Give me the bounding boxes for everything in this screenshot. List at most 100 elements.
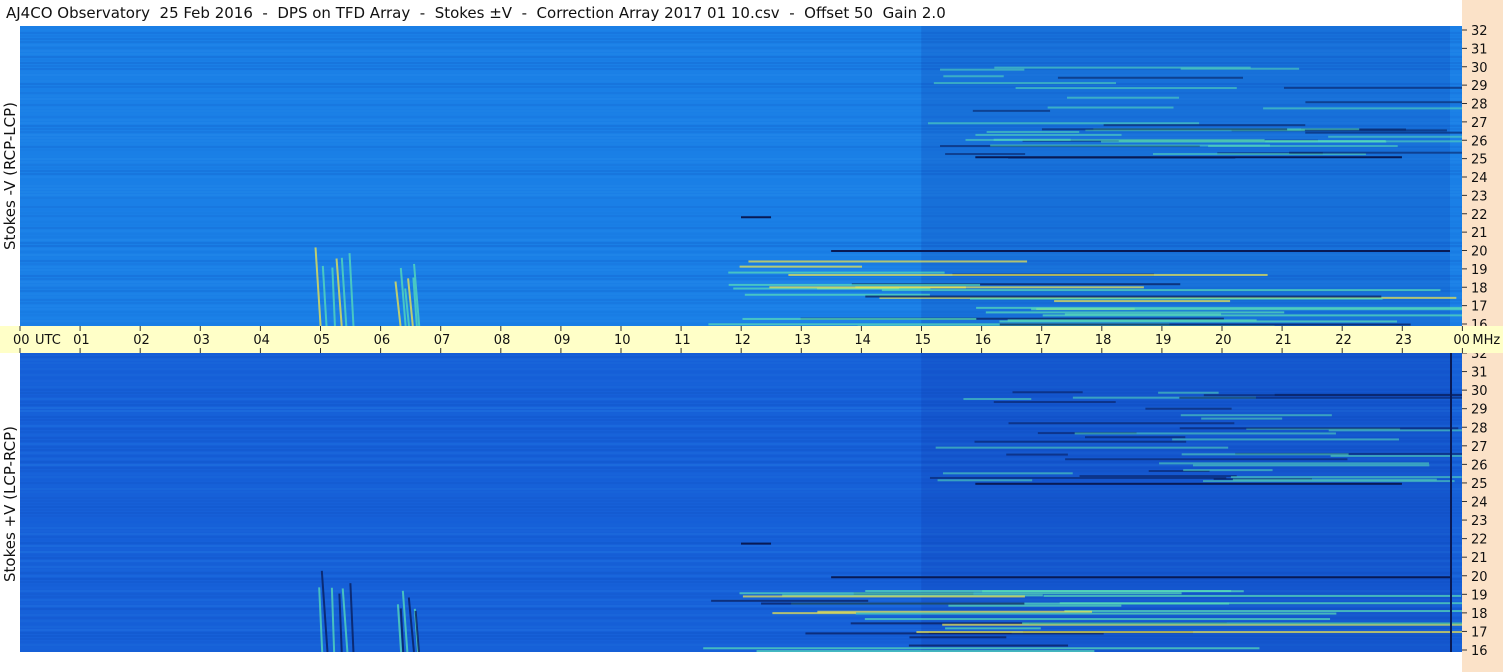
- storm-streak: [1263, 107, 1462, 110]
- freq-tick-label: 26: [1471, 458, 1488, 473]
- interference-streak: [756, 650, 1095, 652]
- interference-streak: [976, 306, 1462, 309]
- freq-tick-label: 26: [1471, 134, 1488, 149]
- spectrogram-bottom-svg: [20, 353, 1462, 652]
- storm-streak: [945, 153, 1026, 156]
- time-tick-label: 12: [734, 333, 751, 348]
- time-tick-label: 19: [1155, 333, 1172, 348]
- interference-streak: [703, 647, 1260, 650]
- storm-streak: [1274, 393, 1462, 396]
- storm-streak: [986, 130, 1080, 133]
- storm-streak: [974, 440, 1187, 443]
- storm-streak: [1118, 139, 1386, 142]
- storm-streak: [990, 144, 1270, 147]
- spectrogram-top: [20, 26, 1463, 326]
- time-tick-label: 13: [794, 333, 811, 348]
- freq-tick-label: 17: [1471, 300, 1488, 315]
- time-axis-start-unit: UTC: [35, 333, 61, 348]
- time-tick-label: 04: [253, 333, 270, 348]
- storm-streak: [1067, 96, 1180, 99]
- interference-streak: [864, 618, 1331, 621]
- storm-streak: [1008, 422, 1235, 425]
- freq-tick-label: 30: [1471, 61, 1488, 76]
- storm-streak: [942, 472, 1073, 475]
- freq-tick-label: 30: [1471, 384, 1488, 399]
- time-tick-label: 05: [314, 333, 331, 348]
- time-tick-label: 01: [73, 333, 90, 348]
- freq-tick-label: 22: [1471, 208, 1488, 223]
- time-tick-label: 23: [1395, 333, 1412, 348]
- freq-tick-label: 25: [1471, 477, 1488, 492]
- interference-streak: [1007, 319, 1257, 322]
- freq-tick-label: 18: [1471, 281, 1488, 296]
- storm-streak: [929, 476, 1227, 479]
- interference-streak: [1043, 594, 1462, 597]
- freq-tick-label: 27: [1471, 440, 1488, 455]
- storm-streak: [1012, 391, 1083, 394]
- interference-streak: [739, 265, 863, 268]
- interference-streak: [744, 293, 930, 296]
- storm-streak: [1328, 135, 1462, 138]
- storm-streak: [1084, 436, 1186, 439]
- freq-axis-top-svg: 16 17 18 19 20 21 22 23 24 25 26 27 28 29 30 31 32: [1462, 24, 1488, 326]
- freq-tick-label: 27: [1471, 116, 1488, 131]
- interference-streak: [855, 612, 1337, 615]
- freq-tick-label: 20: [1471, 245, 1488, 260]
- time-tick-label: 00: [13, 333, 30, 348]
- time-tick-label: 17: [1035, 333, 1052, 348]
- interference-streak: [945, 627, 1041, 630]
- time-tick-label: 02: [133, 333, 150, 348]
- time-tick-label: 06: [374, 333, 391, 348]
- time-tick-label: 21: [1275, 333, 1292, 348]
- carrier-line: [975, 482, 1402, 485]
- storm-streak: [940, 68, 1025, 71]
- time-tick-label: 07: [434, 333, 451, 348]
- storm-region-shade: [921, 26, 1450, 326]
- time-tick-label: 10: [614, 333, 631, 348]
- time-tick-label: 09: [554, 333, 571, 348]
- time-tick-label: 20: [1215, 333, 1232, 348]
- storm-streak: [993, 401, 1116, 404]
- storm-streak: [1172, 438, 1399, 441]
- freq-tick-label: 21: [1471, 226, 1488, 241]
- freq-axis-top: 16 17 18 19 20 21 22 23 24 25 26 27 28 29 30 31 32: [1462, 0, 1503, 326]
- interference-streak: [1059, 602, 1462, 605]
- interference-streak: [739, 592, 1182, 595]
- time-axis: 00 01 02 03 04 05 06 07 08 09 10 11 12 13 14 15 16 17 18 19…: [0, 326, 1503, 353]
- storm-streak: [993, 138, 1071, 141]
- storm-streak: [1328, 429, 1462, 432]
- time-tick-label: 15: [915, 333, 932, 348]
- storm-streak: [1103, 124, 1306, 127]
- freq-tick-label: 32: [1471, 24, 1488, 39]
- freq-tick-label: 17: [1471, 625, 1488, 640]
- storm-streak: [1181, 453, 1349, 456]
- edge-trace: [1450, 353, 1452, 652]
- freq-tick-label: 28: [1471, 98, 1488, 113]
- carrier-line: [831, 250, 1450, 252]
- spectrogram-top-svg: [20, 26, 1462, 326]
- storm-streak: [1330, 454, 1462, 457]
- storm-streak: [937, 479, 1033, 482]
- storm-streak: [1289, 151, 1462, 154]
- interference-streak: [909, 636, 1007, 639]
- storm-streak: [1074, 432, 1336, 435]
- storm-streak: [972, 109, 1051, 112]
- storm-streak: [1065, 458, 1348, 461]
- interference-streak: [788, 273, 1268, 276]
- storm-streak: [1179, 396, 1462, 399]
- storm-streak: [1006, 453, 1068, 456]
- freq-tick-label: 22: [1471, 533, 1488, 548]
- storm-streak: [943, 75, 1004, 78]
- freq-tick-label: 16: [1471, 318, 1488, 326]
- time-tick-label: 03: [193, 333, 210, 348]
- time-tick-label: 22: [1335, 333, 1352, 348]
- freq-tick-label: 29: [1471, 79, 1488, 94]
- storm-streak: [1057, 76, 1243, 79]
- interference-streak: [742, 317, 977, 320]
- freq-tick-label: 29: [1471, 403, 1488, 418]
- interference-streak: [742, 595, 1025, 598]
- storm-streak: [1145, 407, 1232, 410]
- time-tick-label: 08: [494, 333, 511, 348]
- freq-tick-label: 32: [1471, 353, 1488, 362]
- storm-streak: [1305, 131, 1462, 134]
